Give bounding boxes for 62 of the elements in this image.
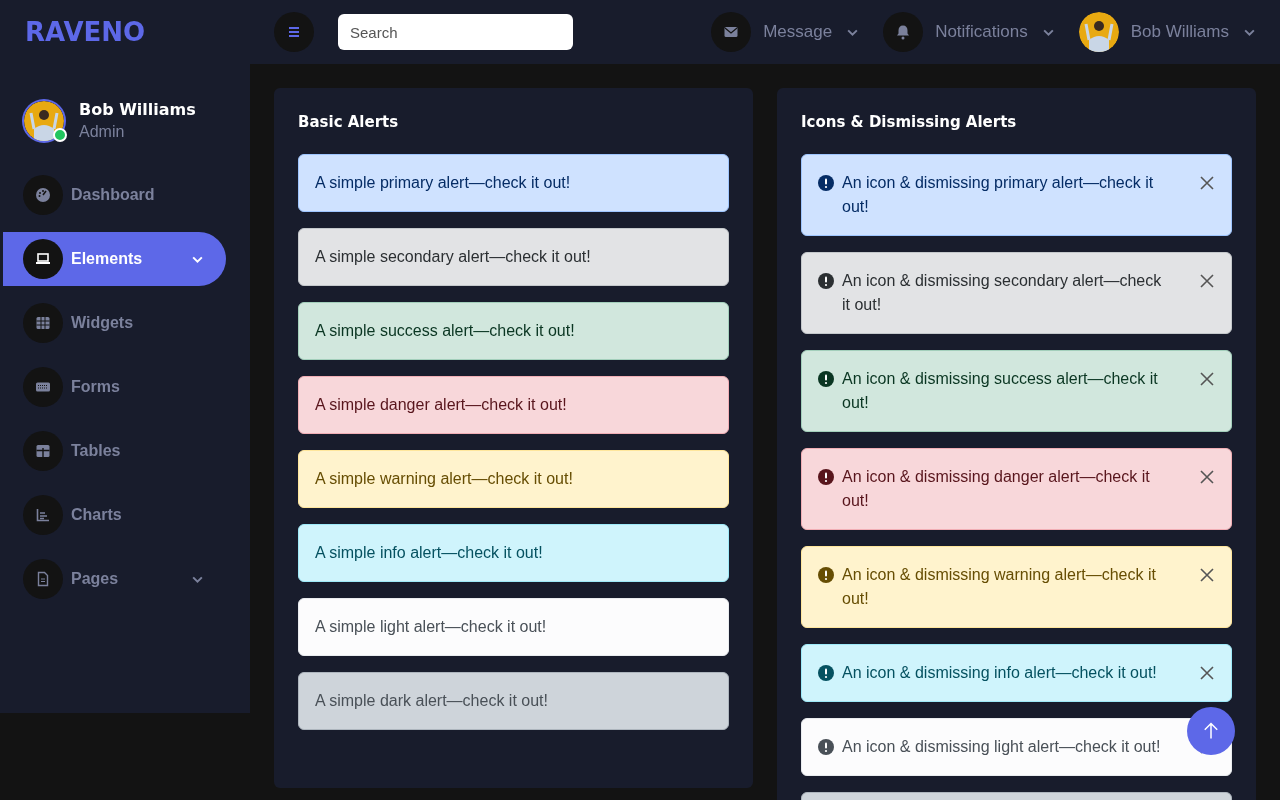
avatar-icon — [24, 100, 64, 141]
alert-text: An icon & dismissing info alert—check it out! — [842, 663, 1158, 683]
logo[interactable]: RAVENO — [0, 0, 146, 64]
alert-text: An icon & dismissing danger alert—check it out! — [842, 467, 1151, 511]
nav-item[interactable]: Dashboard — [3, 168, 226, 222]
card-title: Basic Alerts — [298, 112, 400, 132]
top-menu[interactable]: Notifications — [883, 12, 1055, 52]
alert-text: A simple secondary alert—check it out! — [315, 247, 592, 267]
exclamation-circle-icon — [818, 273, 834, 289]
close-button[interactable] — [1199, 469, 1215, 485]
alert-text: A simple light alert—check it out! — [315, 617, 548, 637]
nav-item[interactable]: Pages — [3, 552, 226, 606]
top-menu[interactable]: Bob Williams — [1078, 12, 1256, 52]
alert-text: A simple danger alert—check it out! — [315, 395, 568, 415]
close-icon — [1199, 567, 1215, 583]
exclamation-circle-icon — [818, 665, 834, 681]
alert-text: An icon & dismissing warning alert—check it out! — [842, 565, 1157, 609]
nav-item[interactable]: Tables — [3, 424, 226, 478]
alert-text: A simple success alert—check it out! — [315, 321, 576, 341]
avatar-icon — [1078, 12, 1119, 52]
alert-text: An icon & dismissing light alert—check it out! — [842, 737, 1162, 757]
nav-item[interactable]: Elements — [3, 232, 226, 286]
search-field[interactable]: Search — [338, 14, 573, 50]
close-button[interactable] — [1199, 665, 1215, 681]
close-button[interactable] — [1199, 371, 1215, 387]
exclamation-circle-icon — [818, 739, 834, 755]
exclamation-circle-icon — [818, 567, 834, 583]
nav-item[interactable]: Charts — [3, 488, 226, 542]
gauge-icon — [35, 187, 51, 203]
menu-icon — [286, 24, 302, 40]
close-icon — [1199, 665, 1215, 681]
alert-text: A simple warning alert—check it out! — [315, 469, 574, 489]
chart-icon — [35, 507, 51, 523]
close-icon — [1199, 469, 1215, 485]
close-button[interactable] — [1199, 567, 1215, 583]
close-icon — [1199, 371, 1215, 387]
alert-text: A simple primary alert—check it out! — [315, 173, 572, 193]
user-role: Admin — [79, 123, 126, 141]
alert-text: A simple info alert—check it out! — [315, 543, 544, 563]
envelope-icon — [723, 24, 740, 40]
alert-text: A simple dark alert—check it out! — [315, 691, 549, 711]
menu-button[interactable] — [274, 12, 314, 52]
close-button[interactable] — [1199, 273, 1215, 289]
exclamation-circle-icon — [818, 175, 834, 191]
alert-text: An icon & dismissing success alert—check it out! — [842, 369, 1159, 413]
grid-icon — [35, 315, 51, 331]
close-icon — [1199, 175, 1215, 191]
table-icon — [35, 443, 51, 459]
bell-icon — [895, 24, 912, 40]
laptop-icon — [35, 251, 51, 267]
nav-item[interactable]: Widgets — [3, 296, 226, 350]
nav-item[interactable]: Forms — [3, 360, 226, 414]
close-button[interactable] — [1199, 175, 1215, 191]
alert-text: An icon & dismissing secondary alert—check it out! — [842, 271, 1163, 315]
alert-text: An icon & dismissing primary alert—check it out! — [842, 173, 1155, 217]
top-menu[interactable]: Message — [711, 12, 860, 52]
user-name: Bob Williams — [79, 100, 196, 119]
exclamation-circle-icon — [818, 371, 834, 387]
exclamation-circle-icon — [818, 469, 834, 485]
file-icon — [35, 571, 51, 587]
close-icon — [1199, 273, 1215, 289]
card-title: Icons & Dismissing Alerts — [801, 112, 1018, 132]
